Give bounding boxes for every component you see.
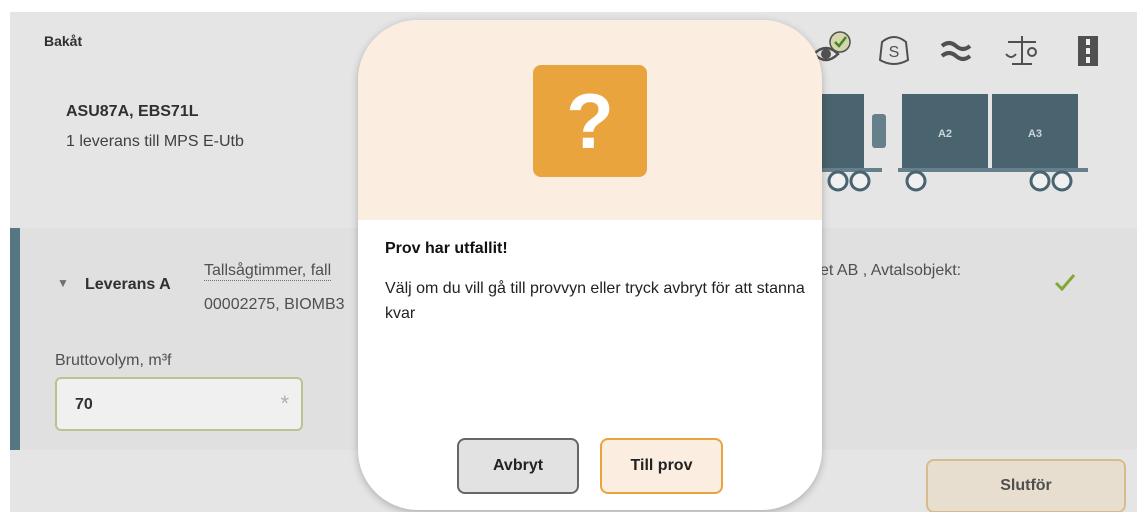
- dialog-title: Prov har utfallit!: [385, 240, 508, 257]
- dialog-header: ?: [358, 20, 822, 220]
- question-icon: ?: [533, 65, 647, 177]
- dialog-message: Välj om du vill gå till provvyn eller tr…: [385, 280, 805, 322]
- cancel-button[interactable]: Avbryt: [457, 438, 579, 494]
- app-screen: Bakåt S ASU87A, EBS71L 1 leverans till M…: [0, 0, 1137, 512]
- question-mark: ?: [566, 77, 614, 165]
- sample-dialog: ? Prov har utfallit! Välj om du vill gå …: [358, 20, 822, 510]
- go-to-sample-button[interactable]: Till prov: [600, 438, 723, 494]
